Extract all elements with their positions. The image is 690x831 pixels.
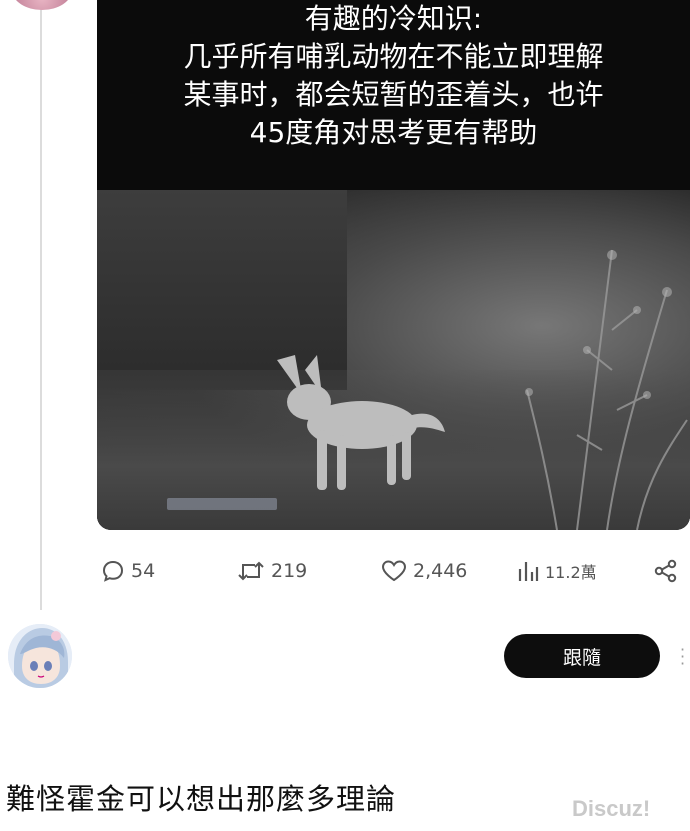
caption-line: 几乎所有哺乳动物在不能立即理解 (183, 40, 604, 73)
views-action[interactable]: 11.2萬 (517, 553, 597, 589)
reply-body-text: 難怪霍金可以想出那麼多理論 (6, 782, 397, 816)
author-avatar[interactable] (12, 0, 72, 10)
post-image[interactable]: 有趣的冷知识: 几乎所有哺乳动物在不能立即理解 某事时，都会短暂的歪着头，也许 … (97, 0, 690, 530)
forum-watermark: Discuz! (572, 796, 651, 821)
share-action[interactable] (653, 553, 679, 589)
photo-plant (525, 249, 688, 530)
caption-line: 有趣的冷知识: (304, 2, 483, 35)
reply-bubble-icon (102, 560, 124, 582)
anime-avatar-image (8, 624, 72, 688)
share-icon (654, 559, 677, 583)
like-count: 2,446 (413, 560, 468, 582)
fox-figure (277, 355, 445, 490)
repost-action[interactable]: 219 (237, 553, 307, 589)
caption-line: 45度角对思考更有帮助 (249, 116, 538, 149)
heart-icon (381, 560, 407, 582)
post-actions-bar: 54 219 2,446 11.2萬 (97, 553, 690, 589)
view-count: 11.2萬 (545, 563, 597, 582)
like-action[interactable]: 2,446 (381, 553, 467, 589)
views-bar-icon (518, 562, 539, 581)
reply-count: 54 (131, 560, 156, 582)
more-dots-icon[interactable]: · · · (680, 642, 686, 672)
reply-author-avatar[interactable] (8, 624, 72, 688)
repost-icon (238, 561, 264, 581)
image-caption: 有趣的冷知识: 几乎所有哺乳动物在不能立即理解 某事时，都会短暂的歪着头，也许 … (97, 0, 690, 190)
night-camera-photo (97, 190, 690, 530)
repost-count: 219 (271, 560, 308, 582)
video-watermark (167, 498, 277, 510)
caption-line: 某事时，都会短暂的歪着头，也许 (183, 78, 604, 111)
follow-button[interactable]: 跟隨 (504, 634, 660, 678)
thread-connector-line (40, 0, 42, 610)
reply-action[interactable]: 54 (101, 553, 155, 589)
